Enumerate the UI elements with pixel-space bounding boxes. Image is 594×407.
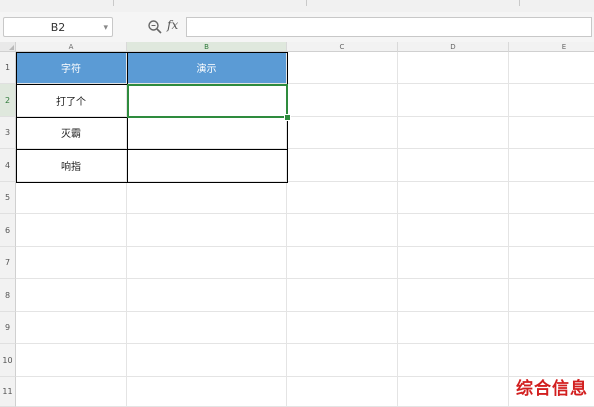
strip-divider	[306, 0, 307, 6]
watermark-text: 综合信息	[516, 379, 588, 399]
cell-a5[interactable]	[16, 182, 127, 214]
cell-c10[interactable]	[287, 344, 398, 377]
cell-e5[interactable]	[509, 182, 594, 214]
row-header-7[interactable]: 7	[0, 247, 16, 279]
cell-e7[interactable]	[509, 247, 594, 279]
cell-a1[interactable]: 字符	[16, 52, 127, 84]
row-header-8[interactable]: 8	[0, 279, 16, 312]
cell-a6[interactable]	[16, 214, 127, 247]
select-all-icon	[9, 45, 14, 50]
cell-d4[interactable]	[398, 149, 509, 182]
chevron-down-icon[interactable]: ▾	[103, 18, 108, 38]
formula-input[interactable]	[186, 17, 592, 37]
cell-b9[interactable]	[127, 312, 287, 344]
row-header-9[interactable]: 9	[0, 312, 16, 344]
cell-e6[interactable]	[509, 214, 594, 247]
cell-b3[interactable]	[127, 117, 287, 149]
cell-d1[interactable]	[398, 52, 509, 84]
cell-e9[interactable]	[509, 312, 594, 344]
cell-e1[interactable]	[509, 52, 594, 84]
cell-e10[interactable]	[509, 344, 594, 377]
cell-b2[interactable]	[127, 84, 287, 117]
column-header-d[interactable]: D	[398, 42, 509, 52]
row-header-4[interactable]: 4	[0, 149, 16, 182]
name-box[interactable]: B2 ▾	[3, 17, 113, 37]
column-header-e[interactable]: E	[509, 42, 594, 52]
row-header-11[interactable]: 11	[0, 377, 16, 407]
cell-d3[interactable]	[398, 117, 509, 149]
cell-a2[interactable]: 打了个	[16, 84, 127, 117]
cell-c1[interactable]	[287, 52, 398, 84]
strip-divider	[519, 0, 520, 6]
formula-bar: B2 ▾ fx	[0, 12, 594, 43]
cell-a3[interactable]: 灭霸	[16, 117, 127, 149]
column-header-b[interactable]: B	[127, 42, 287, 52]
row-header-3[interactable]: 3	[0, 117, 16, 149]
cell-c9[interactable]	[287, 312, 398, 344]
row-header-6[interactable]: 6	[0, 214, 16, 247]
cell-d8[interactable]	[398, 279, 509, 312]
cell-a10[interactable]	[16, 344, 127, 377]
cell-d5[interactable]	[398, 182, 509, 214]
cell-a11[interactable]	[16, 377, 127, 407]
cell-c5[interactable]	[287, 182, 398, 214]
cell-b10[interactable]	[127, 344, 287, 377]
cell-c6[interactable]	[287, 214, 398, 247]
cell-c4[interactable]	[287, 149, 398, 182]
cell-b7[interactable]	[127, 247, 287, 279]
cell-e4[interactable]	[509, 149, 594, 182]
cell-d10[interactable]	[398, 344, 509, 377]
cell-d9[interactable]	[398, 312, 509, 344]
cell-a8[interactable]	[16, 279, 127, 312]
select-all-corner[interactable]	[0, 42, 16, 52]
column-header-c[interactable]: C	[287, 42, 398, 52]
fx-icon[interactable]: fx	[167, 18, 178, 32]
cell-d2[interactable]	[398, 84, 509, 117]
cell-c3[interactable]	[287, 117, 398, 149]
cell-d11[interactable]	[398, 377, 509, 407]
cell-reference: B2	[50, 21, 66, 34]
row-header-1[interactable]: 1	[0, 52, 16, 84]
row-header-5[interactable]: 5	[0, 182, 16, 214]
zoom-icon[interactable]	[147, 19, 163, 35]
cell-b8[interactable]	[127, 279, 287, 312]
cell-e2[interactable]	[509, 84, 594, 117]
column-header-a[interactable]: A	[16, 42, 127, 52]
cell-d7[interactable]	[398, 247, 509, 279]
cell-a7[interactable]	[16, 247, 127, 279]
cell-b1[interactable]: 演示	[127, 52, 287, 84]
cell-c11[interactable]	[287, 377, 398, 407]
row-header-2[interactable]: 2	[0, 84, 16, 117]
cell-d6[interactable]	[398, 214, 509, 247]
cell-e3[interactable]	[509, 117, 594, 149]
cell-b11[interactable]	[127, 377, 287, 407]
row-header-10[interactable]: 10	[0, 344, 16, 377]
cell-c8[interactable]	[287, 279, 398, 312]
cell-c2[interactable]	[287, 84, 398, 117]
cell-b4[interactable]	[127, 149, 287, 182]
cell-b5[interactable]	[127, 182, 287, 214]
cell-b6[interactable]	[127, 214, 287, 247]
cell-a4[interactable]: 响指	[16, 149, 127, 182]
cell-c7[interactable]	[287, 247, 398, 279]
strip-divider	[113, 0, 114, 6]
cell-a9[interactable]	[16, 312, 127, 344]
cell-e8[interactable]	[509, 279, 594, 312]
